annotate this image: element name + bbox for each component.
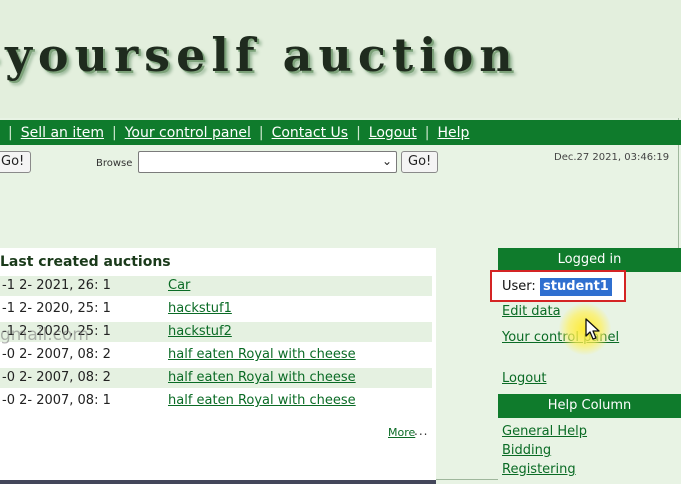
current-user-highlight: User: student1	[490, 270, 626, 302]
mouse-pointer-icon	[585, 318, 600, 340]
auction-date: -0 2- 2007, 08: 2	[2, 370, 111, 385]
auction-date: -1 2- 2020, 25: 1	[2, 301, 111, 316]
browse-category-select[interactable]: ⌄	[138, 151, 397, 173]
username: student1	[540, 278, 612, 296]
nav-separator: |	[424, 124, 430, 141]
auctions-heading: Last created auctions	[0, 254, 171, 270]
logout-link[interactable]: Logout	[502, 371, 547, 386]
general-help-link[interactable]: General Help	[502, 424, 587, 439]
auction-link[interactable]: half eaten Royal with cheese	[168, 347, 356, 362]
nav-control-panel[interactable]: Your control panel	[125, 125, 251, 141]
registering-help-link[interactable]: Registering	[502, 462, 576, 477]
auction-link[interactable]: half eaten Royal with cheese	[168, 370, 356, 385]
browse-label: Browse	[96, 158, 133, 169]
chevron-down-icon: ⌄	[381, 154, 392, 168]
more-ellipsis: ...	[414, 424, 429, 438]
browse-go-button[interactable]: Go!	[401, 151, 439, 173]
auction-row: -0 2- 2007, 08: 1 half eaten Royal with …	[0, 391, 432, 411]
nav-separator: |	[8, 124, 13, 141]
nav-contact-us[interactable]: Contact Us	[272, 125, 348, 141]
auction-row: -0 2- 2007, 08: 2 half eaten Royal with …	[0, 368, 432, 388]
help-column-header: Help Column	[498, 394, 681, 418]
current-datetime: Dec.27 2021, 03:46:19	[554, 152, 670, 163]
edit-data-link[interactable]: Edit data	[502, 304, 561, 319]
nav-sell-item[interactable]: Sell an item	[21, 125, 104, 141]
nav-separator: |	[111, 124, 117, 141]
auction-row: -1 2- 2020, 25: 1 hackstuf2	[0, 322, 432, 342]
auction-row: -1 2- 2021, 26: 1 Car	[0, 276, 432, 296]
auction-row: -0 2- 2007, 08: 2 half eaten Royal with …	[0, 345, 432, 365]
nav-help[interactable]: Help	[437, 125, 469, 141]
site-title: -yourself auction	[0, 28, 519, 82]
auction-date: -1 2- 2021, 26: 1	[2, 278, 111, 293]
logged-in-header: Logged in	[498, 248, 681, 272]
auction-date: -0 2- 2007, 08: 1	[2, 393, 111, 408]
auction-link[interactable]: half eaten Royal with cheese	[168, 393, 356, 408]
search-toolbar: Go! Browse ⌄ Go! Dec.27 2021, 03:46:19	[0, 147, 681, 177]
auction-link[interactable]: hackstuf2	[168, 324, 232, 339]
auction-date: -1 2- 2020, 25: 1	[2, 324, 111, 339]
main-navbar: | Sell an item | Your control panel | Co…	[0, 120, 681, 145]
nav-logout[interactable]: Logout	[369, 125, 417, 141]
site-banner: -yourself auction	[0, 0, 681, 118]
last-created-auctions-panel: Last created auctions -1 2- 2021, 26: 1 …	[0, 248, 436, 484]
auction-link[interactable]: hackstuf1	[168, 301, 232, 316]
auction-date: -0 2- 2007, 08: 2	[2, 347, 111, 362]
nav-separator: |	[356, 124, 361, 141]
auction-row: -1 2- 2020, 25: 1 hackstuf1	[0, 299, 432, 319]
nav-separator: |	[258, 124, 264, 141]
user-label: User:	[502, 279, 536, 294]
bidding-help-link[interactable]: Bidding	[502, 443, 551, 458]
search-go-button[interactable]: Go!	[0, 151, 32, 173]
more-auctions-link[interactable]: More	[388, 426, 415, 439]
auction-link[interactable]: Car	[168, 278, 190, 293]
